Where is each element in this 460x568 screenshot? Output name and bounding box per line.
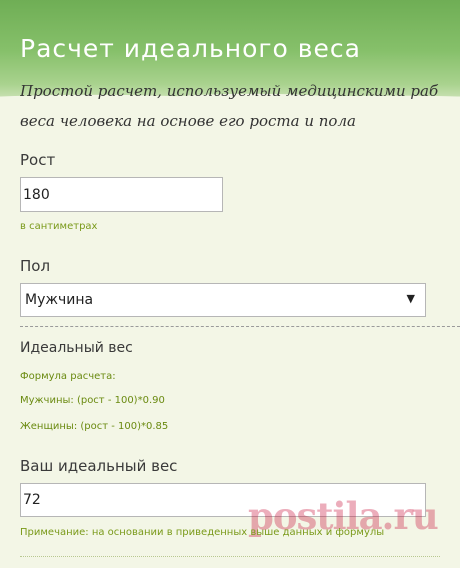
page-subtitle-line1: Простой расчет, используемый медицинским…: [20, 82, 439, 100]
page-subtitle-line2: веса человека на основе его роста и пола: [20, 112, 356, 130]
formula-title: Формула расчета:: [20, 371, 116, 382]
ideal-weight-heading: Идеальный вес: [20, 340, 133, 356]
height-hint: в сантиметрах: [20, 221, 98, 232]
height-input[interactable]: [20, 177, 223, 212]
formula-women: Женщины: (рост - 100)*0.85: [20, 421, 169, 432]
sex-label: Пол: [20, 257, 51, 275]
dropdown-arrow-icon: ▼: [406, 292, 415, 305]
divider: [20, 326, 460, 327]
result-label: Ваш идеальный вес: [20, 457, 178, 475]
result-note: Примечание: на основании в приведенных в…: [20, 527, 385, 538]
height-label: Рост: [20, 151, 56, 169]
sex-select-value: Мужчина: [25, 292, 94, 308]
page-title: Расчет идеального веса: [20, 34, 361, 63]
formula-men: Мужчины: (рост - 100)*0.90: [20, 395, 165, 406]
sex-select[interactable]: Мужчина ▼: [20, 283, 426, 317]
bottom-divider: [20, 556, 440, 557]
